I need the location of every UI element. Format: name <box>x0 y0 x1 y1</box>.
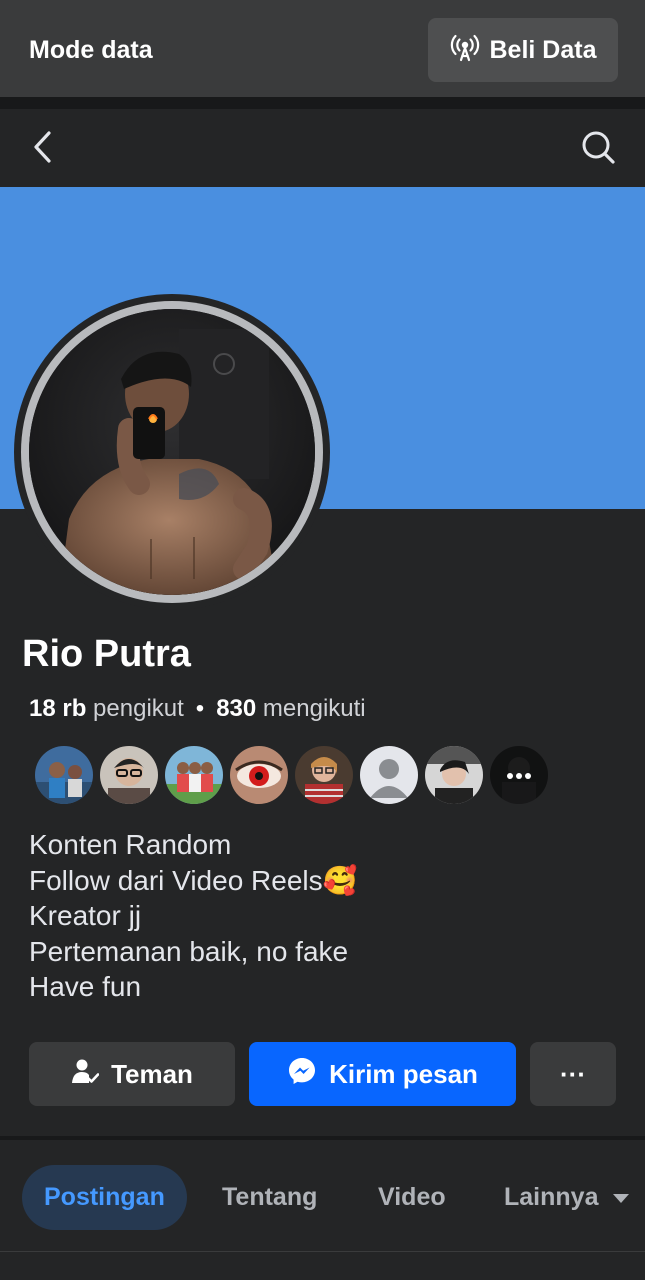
bio-line: Pertemanan baik, no fake <box>29 935 349 967</box>
profile-name: Rio Putra <box>22 633 191 675</box>
more-options-button[interactable]: ··· <box>530 1042 616 1106</box>
search-button[interactable] <box>576 127 620 171</box>
friends-button[interactable]: Teman <box>29 1042 235 1106</box>
data-mode-title: Mode data <box>29 36 153 64</box>
ellipsis-icon: ··· <box>560 1058 586 1089</box>
followers-label: pengikut <box>93 695 184 722</box>
following-label: mengikuti <box>262 695 366 722</box>
bio-line-with-emoji: Follow dari Video Reels🥰 <box>29 863 358 899</box>
followers-link[interactable]: 18 rb pengikut <box>29 695 184 722</box>
friend-avatar-default[interactable] <box>360 746 418 804</box>
tabs-divider <box>0 1251 645 1252</box>
friends-button-label: Teman <box>111 1058 193 1089</box>
smiling-hearts-emoji: 🥰 <box>322 864 358 896</box>
following-link[interactable]: 830 mengikuti <box>216 695 365 722</box>
friends-more-button[interactable] <box>490 746 548 804</box>
profile-tabs: Postingan Tentang Video Lainnya <box>0 1140 645 1252</box>
chevron-left-icon <box>30 130 54 169</box>
profile-avatar[interactable] <box>29 309 315 595</box>
search-icon <box>580 129 616 170</box>
tab-video[interactable]: Video <box>378 1165 446 1230</box>
back-button[interactable] <box>22 127 62 171</box>
friend-avatar[interactable] <box>100 746 158 804</box>
bio-line: Konten Random <box>29 829 232 860</box>
messenger-icon <box>287 1056 317 1093</box>
buy-data-button[interactable]: Beli Data <box>428 18 618 82</box>
stats-separator: • <box>195 695 205 722</box>
send-message-button[interactable]: Kirim pesan <box>249 1042 516 1106</box>
profile-bio: Konten Random Follow dari Video Reels🥰 K… <box>29 827 358 1005</box>
tab-about[interactable]: Tentang <box>222 1165 317 1230</box>
tab-more[interactable]: Lainnya <box>504 1165 630 1230</box>
tab-posts[interactable]: Postingan <box>22 1165 187 1230</box>
followers-count: 18 rb <box>29 695 87 722</box>
friend-avatar[interactable] <box>35 746 93 804</box>
buy-data-label: Beli Data <box>489 35 597 64</box>
friend-avatar[interactable] <box>295 746 353 804</box>
divider <box>0 97 645 109</box>
follow-stats: 18 rb pengikut • 830 mengikuti <box>29 695 366 723</box>
friend-avatar[interactable] <box>165 746 223 804</box>
bio-line: Have fun <box>29 971 142 1002</box>
caret-down-icon <box>612 1183 630 1212</box>
friends-preview <box>35 746 555 804</box>
profile-navbar <box>0 109 645 187</box>
data-mode-bar: Mode data Beli Data <box>0 0 645 97</box>
friend-avatar[interactable] <box>425 746 483 804</box>
friend-check-icon <box>71 1057 100 1092</box>
friend-avatar[interactable] <box>230 746 288 804</box>
bio-line: Kreator jj <box>29 900 142 931</box>
tab-more-label: Lainnya <box>504 1183 599 1211</box>
send-message-label: Kirim pesan <box>329 1058 478 1089</box>
bio-line: Follow dari Video Reels <box>29 864 323 896</box>
broadcast-icon <box>450 33 480 68</box>
following-count: 830 <box>216 695 257 722</box>
